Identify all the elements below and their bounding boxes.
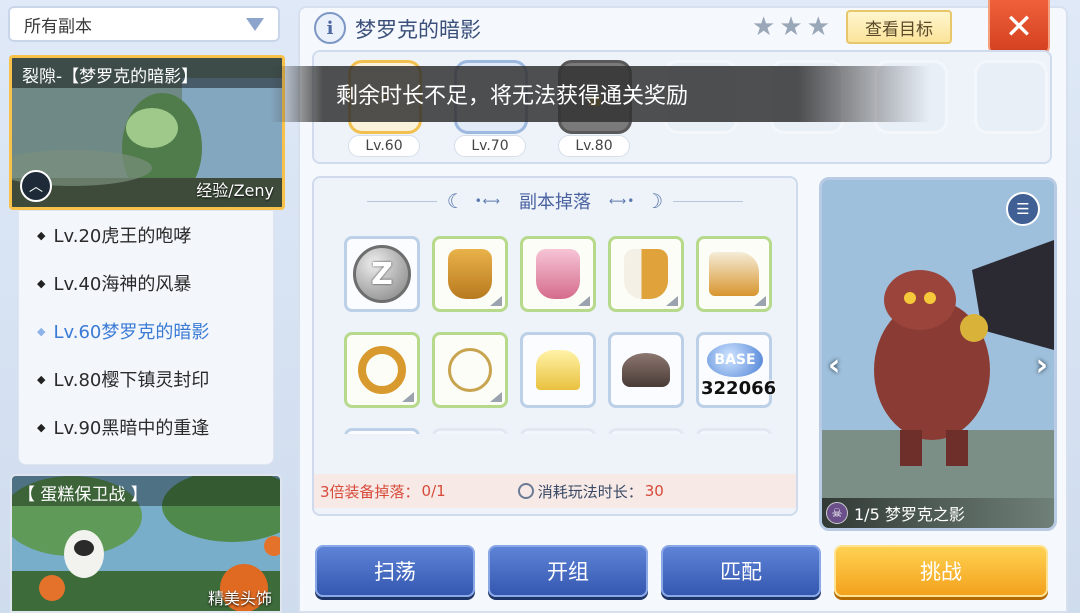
- diamond-bullet-icon: ◆: [37, 420, 46, 434]
- time-cost-label: 消耗玩法时长：: [537, 482, 643, 501]
- ornament-icon: ⟷•: [609, 194, 636, 208]
- base-exp-icon: BASE: [707, 343, 763, 377]
- boss-image: [822, 180, 1054, 528]
- selected-dungeon-title: 裂隙-【梦罗克的暗影】: [12, 58, 282, 88]
- diamond-bullet-icon: ◆: [37, 372, 46, 386]
- equip-drop-value: 0/1: [421, 482, 446, 500]
- corner-marker: [490, 392, 502, 402]
- drop-panel: ☾ •⟷ 副本掉落 ⟷• ☽ Z BASE 322066 3倍装备掉落： 0/1…: [312, 176, 798, 516]
- dungeon-list-label: Lv.60梦罗克的暗影: [53, 322, 210, 343]
- necklace-icon: [448, 348, 492, 392]
- drop-slot[interactable]: [344, 332, 420, 408]
- ornament-icon: •⟷: [474, 194, 501, 208]
- event-title: 【 蛋糕保卫战 】: [12, 476, 280, 506]
- chevron-left-icon[interactable]: ‹: [828, 348, 840, 383]
- diamond-bullet-icon: ◆: [37, 276, 46, 290]
- boss-skull-icon: ☠: [826, 502, 848, 524]
- dungeon-list-label: Lv.80樱下镇灵封印: [53, 370, 210, 391]
- ring-icon: [358, 346, 406, 394]
- view-goals-button[interactable]: 查看目标: [846, 10, 952, 44]
- drop-slot[interactable]: [344, 428, 420, 434]
- drop-slot[interactable]: [432, 332, 508, 408]
- match-button[interactable]: 匹配: [661, 545, 821, 597]
- clock-icon: [517, 483, 534, 499]
- drop-slot[interactable]: [696, 236, 772, 312]
- drop-footer: 3倍装备掉落： 0/1 消耗玩法时长： 30: [314, 474, 796, 508]
- corner-marker: [490, 296, 502, 306]
- warning-toast: 剩余时长不足，将无法获得通关奖励: [270, 66, 930, 122]
- drop-slot[interactable]: BASE 322066: [696, 332, 776, 408]
- collapse-up-icon[interactable]: ︿: [20, 170, 52, 202]
- drop-slot-empty: [432, 428, 508, 434]
- material-yellow-icon: [536, 350, 580, 390]
- diamond-bullet-icon: ◆: [37, 324, 46, 338]
- dungeon-list-label: Lv.40海神的风暴: [53, 274, 192, 295]
- time-cost-value: 30: [644, 482, 664, 500]
- cape-icon: [536, 249, 580, 299]
- equip-drop-label: 3倍装备掉落：: [320, 482, 420, 501]
- drop-item-grid: Z BASE 322066: [342, 234, 782, 434]
- chevron-right-icon[interactable]: ›: [1036, 348, 1048, 383]
- dungeon-list-item-active[interactable]: ◆ Lv.60梦罗克的暗影: [19, 307, 273, 355]
- base-exp-value: 322066: [701, 378, 777, 399]
- divider: [673, 200, 744, 202]
- star-icon: ★: [806, 12, 830, 42]
- drop-slot[interactable]: Z: [344, 236, 420, 312]
- drop-slot[interactable]: [432, 236, 508, 312]
- star-rating: ★ ★ ★: [752, 14, 830, 40]
- dropdown-label: 所有副本: [24, 16, 92, 37]
- star-icon: ★: [752, 12, 776, 42]
- corner-marker: [754, 296, 766, 306]
- drop-slot-empty: [520, 428, 596, 434]
- corner-marker: [402, 392, 414, 402]
- zeny-coin-icon: Z: [353, 245, 411, 303]
- info-icon[interactable]: i: [314, 12, 346, 44]
- dungeon-list-item[interactable]: ◆ Lv.20虎王的咆哮: [19, 211, 273, 259]
- drop-header: ☾ •⟷ 副本掉落 ⟷• ☽: [314, 186, 796, 216]
- reward-icon-faded: [974, 60, 1048, 134]
- corner-marker: [578, 296, 590, 306]
- boss-caption: ☠ 1/5 梦罗克之影: [822, 498, 1054, 528]
- dungeon-list-label: Lv.20虎王的咆哮: [53, 226, 192, 247]
- page-title: 梦罗克的暗影: [355, 18, 481, 42]
- sweep-button[interactable]: 扫荡: [315, 545, 475, 597]
- crescent-icon: ☽: [645, 189, 664, 213]
- reward-level-badge: Lv.70: [454, 135, 526, 157]
- event-tag: 精美头饰: [207, 589, 272, 608]
- dungeon-list-item[interactable]: ◆ Lv.90黑暗中的重逢: [19, 403, 273, 451]
- corner-marker: [666, 296, 678, 306]
- close-icon[interactable]: ✕: [988, 0, 1050, 56]
- drop-slot-empty: [608, 428, 684, 434]
- dungeon-list: ◆ Lv.20虎王的咆哮 ◆ Lv.40海神的风暴 ◆ Lv.60梦罗克的暗影 …: [18, 210, 274, 465]
- drop-slot[interactable]: [520, 332, 596, 408]
- robe-icon: [624, 249, 668, 299]
- dungeon-filter-dropdown[interactable]: 所有副本: [8, 6, 280, 42]
- drop-slot[interactable]: [608, 332, 684, 408]
- diamond-bullet-icon: ◆: [37, 228, 46, 242]
- boots-icon: [709, 252, 759, 296]
- selected-dungeon-tag: 经验/Zeny: [196, 181, 274, 200]
- dungeon-list-item[interactable]: ◆ Lv.40海神的风暴: [19, 259, 273, 307]
- dungeon-list-item[interactable]: ◆ Lv.80樱下镇灵封印: [19, 355, 273, 403]
- divider: [366, 200, 437, 202]
- drop-title: 副本掉落: [519, 192, 591, 213]
- drop-slot-empty: [696, 428, 772, 434]
- list-icon[interactable]: ☰: [1006, 192, 1040, 226]
- star-icon: ★: [779, 12, 803, 42]
- boss-name: 1/5 梦罗克之影: [854, 505, 965, 524]
- boss-preview-card: ☰ ‹ › ☠ 1/5 梦罗克之影: [819, 177, 1057, 531]
- chevron-down-icon: [246, 17, 264, 31]
- reward-level-badge: Lv.80: [558, 135, 630, 157]
- selected-dungeon-card[interactable]: 裂隙-【梦罗克的暗影】 ︿ 经验/Zeny: [9, 55, 285, 210]
- armor-icon: [448, 249, 492, 299]
- drop-slot[interactable]: [608, 236, 684, 312]
- reward-level-badge: Lv.60: [348, 135, 420, 157]
- material-dark-icon: [622, 353, 670, 387]
- dungeon-list-label: Lv.90黑暗中的重逢: [53, 418, 210, 439]
- crescent-icon: ☾: [446, 189, 465, 213]
- event-card[interactable]: 【 蛋糕保卫战 】 精美头饰: [10, 474, 282, 613]
- team-up-button[interactable]: 开组: [488, 545, 648, 597]
- challenge-button[interactable]: 挑战: [834, 545, 1048, 597]
- drop-slot[interactable]: [520, 236, 596, 312]
